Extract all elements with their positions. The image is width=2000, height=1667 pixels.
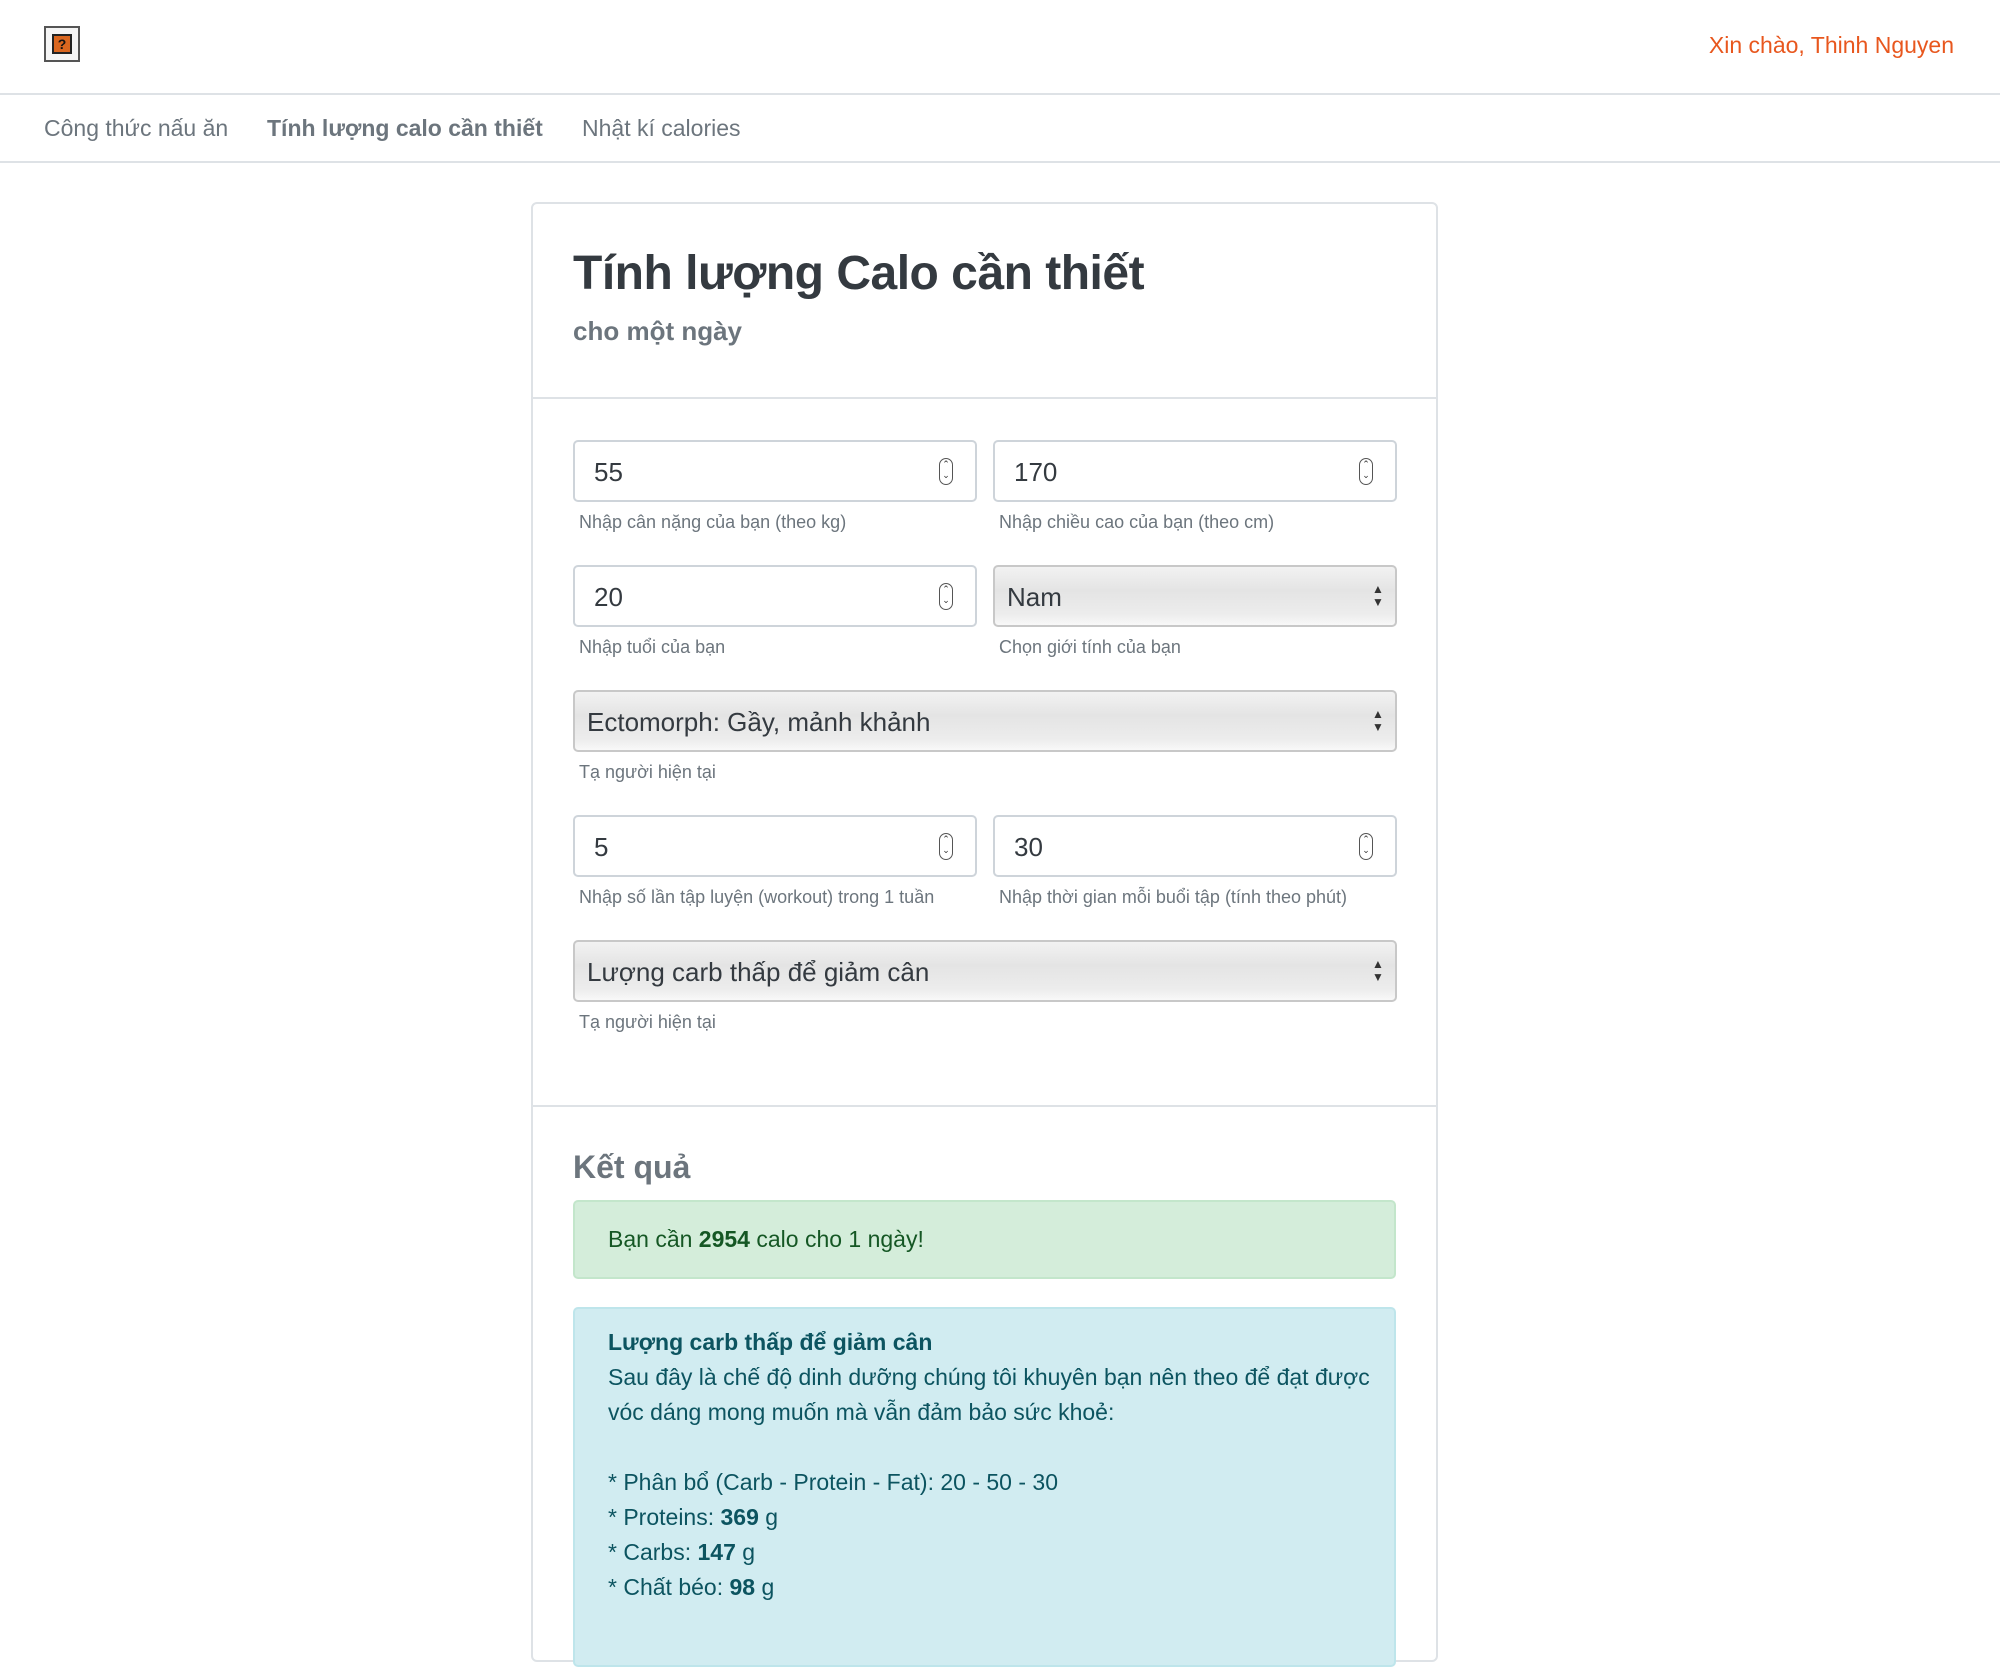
workouts-value: 5 <box>594 832 609 862</box>
body-type-select[interactable]: Ectomorph: Gầy, mảnh khảnh ▲ ▼ <box>573 690 1397 752</box>
select-arrows-icon: ▲ ▼ <box>1372 707 1384 734</box>
workouts-help: Nhập số lần tập luyện (workout) trong 1 … <box>579 887 935 907</box>
age-help: Nhập tuổi của bạn <box>579 637 726 657</box>
diet-plan-select[interactable]: Lượng carb thấp để giảm cân ▲ ▼ <box>573 940 1397 1002</box>
user-greeting-link[interactable]: Xin chào, Thinh Nguyen <box>1709 32 1954 59</box>
proteins-line: * Proteins: 369 g <box>608 1504 779 1530</box>
select-arrows-icon: ▲ ▼ <box>1372 957 1384 984</box>
duration-value: 30 <box>1014 832 1043 862</box>
weight-stepper-icon[interactable]: ⌃ ⌄ <box>939 458 953 485</box>
fat-value: 98 <box>729 1574 756 1600</box>
age-input[interactable]: 20 ⌃ ⌄ <box>573 565 977 627</box>
carbs-value: 147 <box>697 1539 736 1565</box>
nav-item-calorie-diary[interactable]: Nhật kí calories <box>582 115 741 142</box>
fat-line: * Chất béo: 98 g <box>608 1574 775 1600</box>
diet-plan-help: Tạ người hiện tại <box>579 1012 716 1032</box>
proteins-value: 369 <box>720 1504 759 1530</box>
calorie-value: 2954 <box>698 1226 750 1252</box>
gender-select[interactable]: Nam ▲ ▼ <box>993 565 1397 627</box>
section-divider <box>533 1105 1436 1107</box>
top-header: ? Xin chào, Thinh Nguyen <box>0 0 2000 95</box>
age-stepper-icon[interactable]: ⌃ ⌄ <box>939 583 953 610</box>
weight-value: 55 <box>594 457 623 487</box>
gender-help: Chọn giới tính của bạn <box>999 637 1181 657</box>
calorie-result-text: Bạn cần 2954 calo cho 1 ngày! <box>608 1226 924 1252</box>
age-value: 20 <box>594 582 623 612</box>
gender-value: Nam <box>1007 582 1062 612</box>
height-input[interactable]: 170 ⌃ ⌄ <box>993 440 1397 502</box>
results-title: Kết quả <box>573 1149 691 1185</box>
page-title: Tính lượng Calo cần thiết <box>573 247 1145 300</box>
nav-item-recipes[interactable]: Công thức nấu ăn <box>44 115 228 142</box>
duration-stepper-icon[interactable]: ⌃ ⌄ <box>1359 833 1373 860</box>
body-type-help: Tạ người hiện tại <box>579 762 716 782</box>
page-subtitle: cho một ngày <box>573 316 743 346</box>
height-stepper-icon[interactable]: ⌃ ⌄ <box>1359 458 1373 485</box>
plan-intro: Sau đây là chế độ dinh dưỡng chúng tôi k… <box>608 1364 1370 1425</box>
diet-plan-alert: Lượng carb thấp để giảm cân Sau đây là c… <box>573 1307 1396 1667</box>
carbs-line: * Carbs: 147 g <box>608 1539 756 1565</box>
macro-distribution: * Phân bổ (Carb - Protein - Fat): 20 - 5… <box>608 1469 1058 1495</box>
card-header: Tính lượng Calo cần thiết cho một ngày <box>533 204 1436 399</box>
calculator-card: Tính lượng Calo cần thiết cho một ngày 5… <box>531 202 1438 1667</box>
weight-input[interactable]: 55 ⌃ ⌄ <box>573 440 977 502</box>
workout-duration-input[interactable]: 30 ⌃ ⌄ <box>993 815 1397 877</box>
plan-title: Lượng carb thấp để giảm cân <box>608 1329 933 1355</box>
nav-item-calorie-calculator[interactable]: Tính lượng calo cần thiết <box>267 115 543 142</box>
broken-image-icon: ? <box>52 34 72 54</box>
calorie-result-alert: Bạn cần 2954 calo cho 1 ngày! <box>573 1200 1396 1279</box>
body-type-value: Ectomorph: Gầy, mảnh khảnh <box>587 707 931 737</box>
workouts-per-week-input[interactable]: 5 ⌃ ⌄ <box>573 815 977 877</box>
diet-plan-value: Lượng carb thấp để giảm cân <box>587 957 930 987</box>
select-arrows-icon: ▲ ▼ <box>1372 582 1384 609</box>
height-help: Nhập chiều cao của bạn (theo cm) <box>999 512 1275 532</box>
duration-help: Nhập thời gian mỗi buổi tập (tính theo p… <box>999 887 1348 907</box>
height-value: 170 <box>1014 457 1058 487</box>
workouts-stepper-icon[interactable]: ⌃ ⌄ <box>939 833 953 860</box>
main-nav: Công thức nấu ăn Tính lượng calo cần thi… <box>0 95 2000 163</box>
logo[interactable]: ? <box>44 26 80 62</box>
weight-help: Nhập cân nặng của bạn (theo kg) <box>579 512 847 532</box>
